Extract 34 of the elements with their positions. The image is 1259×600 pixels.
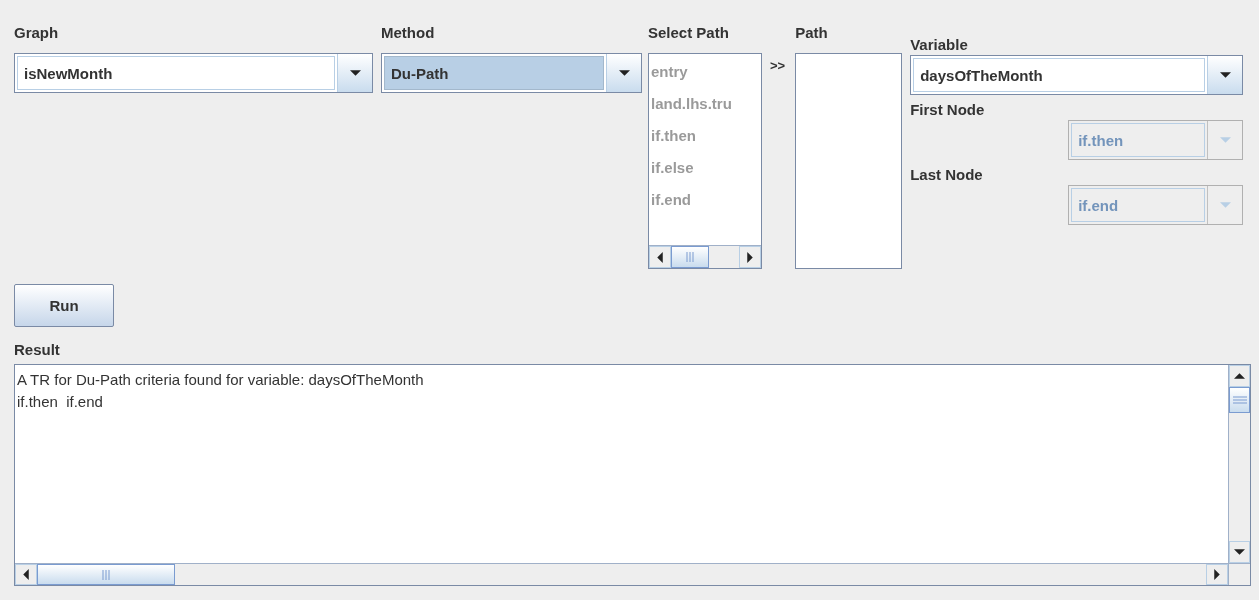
dropdown-arrow-icon	[349, 70, 361, 76]
result-line: if.then if.end	[17, 392, 104, 412]
last-node-label: Last Node	[910, 166, 984, 183]
result-text-area[interactable]: A TR for Du-Path criteria found for variable: daysOfTheMonth if.then if.end	[14, 364, 1251, 586]
variable-label: Variable	[910, 36, 969, 53]
up-arrow-icon	[1234, 373, 1245, 379]
first-node-label: First Node	[910, 101, 986, 118]
left-arrow-icon	[657, 251, 663, 263]
select-path-label: Select Path	[648, 24, 730, 41]
path-list[interactable]	[795, 53, 903, 269]
down-arrow-icon	[1234, 549, 1245, 555]
left-arrow-icon	[23, 569, 29, 580]
add-to-path-button[interactable]: >>	[762, 46, 796, 73]
grip-icon	[1232, 396, 1247, 404]
path-label: Path	[795, 24, 829, 41]
dropdown-arrow-icon	[618, 70, 630, 76]
right-arrow-icon	[747, 251, 753, 263]
dropdown-arrow-icon	[1219, 72, 1231, 78]
vertical-scrollbar[interactable]	[1228, 365, 1250, 563]
run-button[interactable]: Run	[14, 284, 114, 327]
dropdown[interactable]: Du-Path	[381, 53, 642, 93]
graph-label: Graph	[14, 24, 60, 41]
result-label: Result	[14, 341, 61, 358]
right-arrow-icon	[1214, 569, 1220, 580]
result-line: A TR for Du-Path criteria found for variable: daysOfTheMonth	[17, 370, 425, 390]
dropdown-arrow-icon	[1219, 137, 1231, 143]
grip-icon	[102, 569, 110, 580]
dropdown-arrow-icon	[1219, 202, 1231, 208]
horizontal-scrollbar[interactable]	[15, 563, 1228, 585]
method-label: Method	[381, 24, 436, 41]
grip-icon	[686, 252, 694, 262]
dropdown[interactable]: daysOfTheMonth	[910, 55, 1244, 95]
dropdown[interactable]: isNewMonth	[14, 53, 373, 93]
scrollbar-corner	[1228, 563, 1250, 585]
